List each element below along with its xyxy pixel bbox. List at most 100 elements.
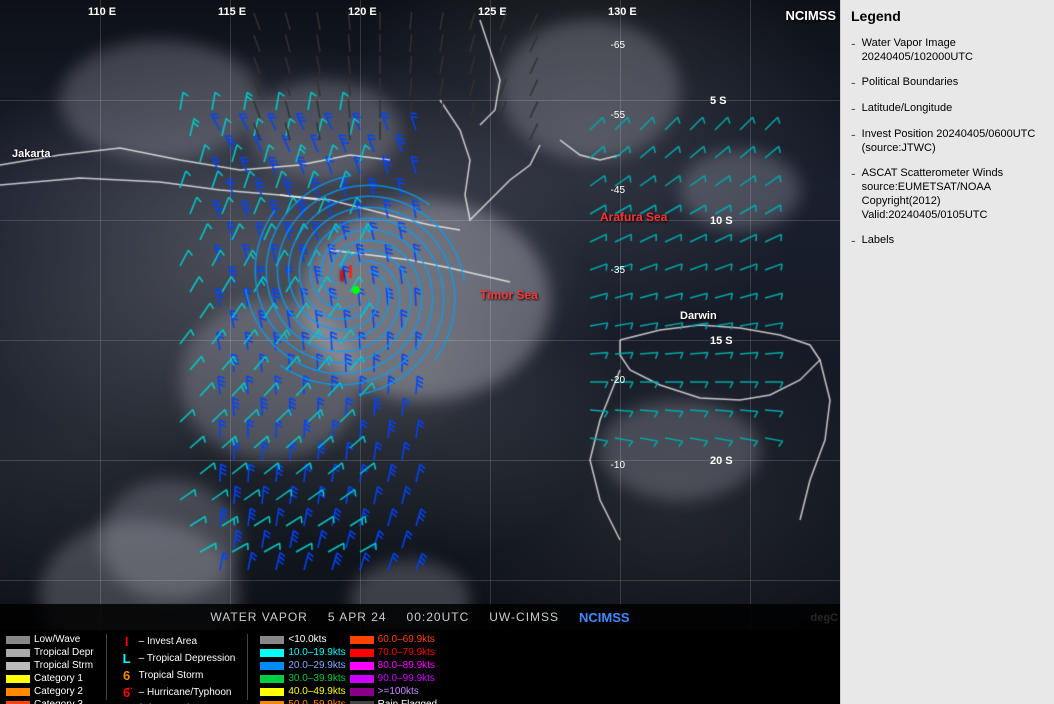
label-w1: 10.0–19.9kts	[288, 647, 345, 658]
symbol-tstrm: 6	[119, 668, 135, 683]
label-source-eumet: source:EUMETSAT/NOAA Copyright(2012)	[862, 180, 1044, 209]
label-water-vapor: Water Vapor Image	[862, 36, 973, 50]
wind-lt10: <10.0kts	[260, 634, 345, 645]
bullet-wv: -	[851, 34, 856, 52]
label-cat2: Category 2	[34, 686, 83, 697]
grid-v-3	[360, 0, 361, 630]
main-container: 110 E 115 E 120 E 125 E 130 E 5 S 10 S 1…	[0, 0, 1054, 704]
label-invest: – Invest Area	[139, 636, 197, 647]
darwin-label: Darwin	[680, 310, 717, 322]
lon-115e: 115 E	[218, 6, 246, 18]
label-w2: 20.0–29.9kts	[288, 660, 345, 671]
label-tstrm: Tropical Strm	[34, 660, 93, 671]
jakarta-label: Jakarta	[12, 148, 51, 160]
bullet-pol: -	[851, 73, 856, 91]
divider-1	[106, 634, 107, 700]
scale-45: -45	[611, 185, 625, 196]
wind-rain: Rain Flagged	[350, 699, 437, 704]
scale-10: -10	[611, 460, 625, 471]
map-area: 110 E 115 E 120 E 125 E 130 E 5 S 10 S 1…	[0, 0, 840, 704]
wind-10-19: 10.0–19.9kts	[260, 647, 345, 658]
watermark-logo: NCIMSS	[579, 610, 630, 625]
swatch-cat2	[6, 688, 30, 696]
watermark-time: 00:20UTC	[407, 610, 470, 624]
wind-80-89: 80.0–89.9kts	[350, 660, 437, 671]
legend-tstrm-sym: 6 Tropical Storm	[119, 668, 236, 683]
grid-h-5	[0, 580, 840, 581]
bottom-legend-bar: Low/Wave Tropical Depr Tropical Strm Cat…	[0, 630, 840, 704]
grid-v-4	[490, 0, 491, 630]
label-w8: 80.0–89.9kts	[378, 660, 435, 671]
grid-v-5	[620, 0, 621, 630]
legend-title: Legend	[851, 8, 1044, 24]
legend-tropical-depr: Tropical Depr	[6, 647, 94, 658]
legend-cat2: Category 2	[6, 686, 94, 697]
wind-speed-legend: <10.0kts 10.0–19.9kts 20.0–29.9kts	[260, 634, 437, 704]
label-labels: Labels	[862, 233, 894, 247]
swatch-rain	[350, 701, 374, 704]
label-source-jtwc: (source:JTWC)	[862, 141, 1036, 155]
label-latlng: Latitude/Longitude	[862, 101, 953, 115]
label-w5: 50.0–59.9kts	[288, 699, 345, 704]
wind-col-left: <10.0kts 10.0–19.9kts 20.0–29.9kts	[260, 634, 345, 704]
legend-invest-pos: - Invest Position 20240405/0600UTC (sour…	[851, 127, 1044, 156]
label-tdepr-sym: – Tropical Depression	[139, 653, 236, 664]
lon-125e: 125 E	[478, 6, 507, 18]
cloud-3	[500, 20, 680, 160]
watermark-bar: WATER VAPOR 5 APR 24 00:20UTC UW-CIMSS N…	[0, 604, 840, 630]
lat-15s: 15 S	[710, 335, 733, 347]
bullet-ll: -	[851, 99, 856, 117]
wind-60-69: 60.0–69.9kts	[350, 634, 437, 645]
swatch-w5	[260, 701, 284, 704]
swatch-w2	[260, 662, 284, 670]
wind-ge100: >=100kts	[350, 686, 437, 697]
scale-65: -65	[611, 40, 625, 51]
cloud-10	[600, 400, 760, 500]
label-political: Political Boundaries	[862, 75, 959, 89]
lat-20s: 20 S	[710, 455, 733, 467]
legend-low-wave: Low/Wave	[6, 634, 94, 645]
legend-tdepr-sym: L – Tropical Depression	[119, 651, 236, 666]
legend-hurricane-sym: 6̈ – Hurricane/Typhoon	[119, 685, 236, 700]
legend-political: - Political Boundaries	[851, 75, 1044, 91]
swatch-cat1	[6, 675, 30, 683]
lat-5s: 5 S	[710, 95, 727, 107]
label-hurricane-sym: – Hurricane/Typhoon	[139, 687, 232, 698]
wind-40-49: 40.0–49.9kts	[260, 686, 345, 697]
label-w10: >=100kts	[378, 686, 419, 697]
grid-v-1	[100, 0, 101, 630]
swatch-w9	[350, 675, 374, 683]
invest-marker: I	[340, 268, 344, 286]
legend-cat1: Category 1	[6, 673, 94, 684]
lon-120e: 120 E	[348, 6, 377, 18]
arafura-sea-label: Arafura Sea	[600, 210, 667, 224]
bullet-lbl: -	[851, 231, 856, 249]
scale-35: -35	[611, 265, 625, 276]
symbol-hurricane: 6̈	[119, 685, 135, 700]
legend-water-vapor: - Water Vapor Image 20240405/102000UTC	[851, 36, 1044, 65]
cloud-6	[180, 300, 360, 460]
wind-30-39: 30.0–39.9kts	[260, 673, 345, 684]
legend-cat3: Category 3	[6, 699, 94, 704]
symbol-invest: I	[119, 634, 135, 649]
label-tstrm-sym: Tropical Storm	[139, 670, 204, 681]
swatch-w6	[350, 636, 374, 644]
divider-2	[247, 634, 248, 700]
label-w4: 40.0–49.9kts	[288, 686, 345, 697]
legend-ascat: - ASCAT Scatterometer Winds source:EUMET…	[851, 166, 1044, 223]
symbol-tdepr: L	[119, 651, 135, 666]
label-w9: 90.0–99.9kts	[378, 673, 435, 684]
swatch-tstrm	[6, 662, 30, 670]
watermark-source: UW-CIMSS	[489, 610, 559, 624]
grid-v-2	[230, 0, 231, 630]
cloud-4	[680, 150, 800, 230]
symbol-legend: I – Invest Area L – Tropical Depression …	[119, 634, 236, 704]
wind-70-79: 70.0–79.9kts	[350, 647, 437, 658]
legend-labels: - Labels	[851, 233, 1044, 249]
label-w0: <10.0kts	[288, 634, 326, 645]
label-cat1: Category 1	[34, 673, 83, 684]
swatch-low	[6, 636, 30, 644]
swatch-w1	[260, 649, 284, 657]
grid-v-6	[750, 0, 751, 630]
wind-speed-columns: <10.0kts 10.0–19.9kts 20.0–29.9kts	[260, 634, 437, 704]
